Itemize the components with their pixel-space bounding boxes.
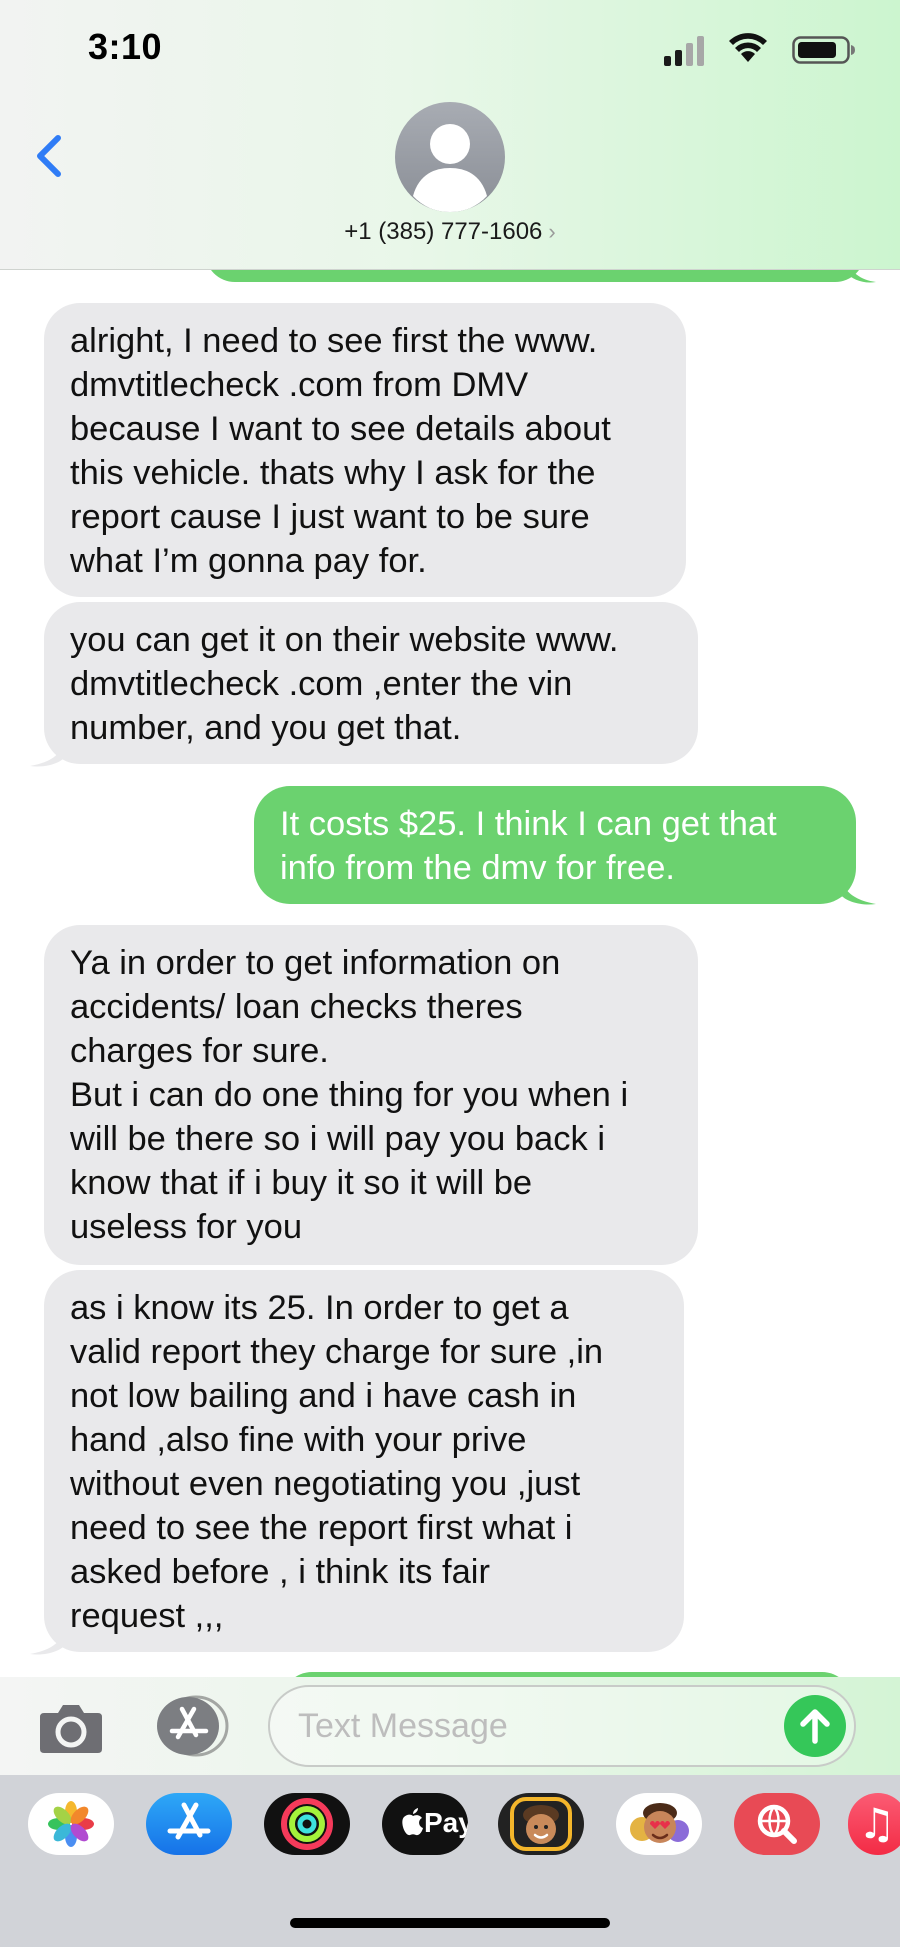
- contact-name-button[interactable]: +1 (385) 777-1606 ›: [0, 218, 900, 246]
- app-store-icon[interactable]: [152, 1695, 232, 1757]
- message-input[interactable]: Text Message: [268, 1685, 856, 1767]
- received-message[interactable]: as i know its 25. In order to get a vali…: [44, 1270, 684, 1652]
- chevron-left-icon[interactable]: [30, 128, 70, 184]
- cellular-signal-icon: [664, 36, 704, 66]
- photos-flower-icon: [48, 1801, 94, 1847]
- activity-rings-icon[interactable]: [264, 1793, 350, 1855]
- person-silhouette-icon: [413, 124, 487, 212]
- send-button[interactable]: [784, 1695, 846, 1757]
- music-note-icon[interactable]: ♫: [848, 1793, 900, 1855]
- battery-icon: [792, 36, 855, 64]
- bubble-tail: [30, 1626, 66, 1655]
- memoji-face-icon: [510, 1797, 572, 1851]
- arrow-up-icon: [800, 1709, 830, 1744]
- received-message[interactable]: you can get it on their website www. dmv…: [44, 602, 698, 764]
- wifi-icon: [729, 33, 767, 62]
- apple-pay-label: Pay: [424, 1807, 468, 1838]
- received-message[interactable]: alright, I need to see first the www. dm…: [44, 303, 686, 597]
- bubble-tail: [30, 738, 66, 767]
- status-time: 3:10: [88, 26, 163, 67]
- chevron-right-icon: ›: [548, 219, 556, 244]
- contact-avatar[interactable]: [395, 102, 505, 212]
- compose-bar: Text Message: [0, 1677, 900, 1775]
- sent-message[interactable]: It costs $25. I think I can get that inf…: [254, 786, 856, 904]
- contact-name: +1 (385) 777-1606: [344, 218, 543, 245]
- memoji-stickers-face-icon: [630, 1803, 689, 1843]
- camera-icon[interactable]: [36, 1701, 106, 1755]
- apple-pay-icon[interactable]: Pay: [382, 1793, 468, 1855]
- memoji-stickers-icon[interactable]: [616, 1793, 702, 1855]
- conversation-header: 3:10 +1 (385) 777-1606 ›: [0, 0, 900, 270]
- received-message[interactable]: Ya in order to get information on accide…: [44, 925, 698, 1265]
- magnifier-globe-icon: [757, 1804, 797, 1844]
- app-drawer: Pay ♫: [0, 1775, 900, 1947]
- bubble-tail: [840, 876, 876, 905]
- photos-icon[interactable]: [28, 1793, 114, 1855]
- app-store-glyph-icon: [167, 1802, 211, 1840]
- memoji-icon[interactable]: [498, 1793, 584, 1855]
- app-store-icon[interactable]: [146, 1793, 232, 1855]
- message-input-placeholder: Text Message: [298, 1707, 508, 1745]
- home-indicator[interactable]: [290, 1918, 610, 1928]
- music-note-glyph: ♫: [858, 1799, 896, 1848]
- globe-search-icon[interactable]: [734, 1793, 820, 1855]
- activity-rings-glyph-icon: [281, 1798, 333, 1850]
